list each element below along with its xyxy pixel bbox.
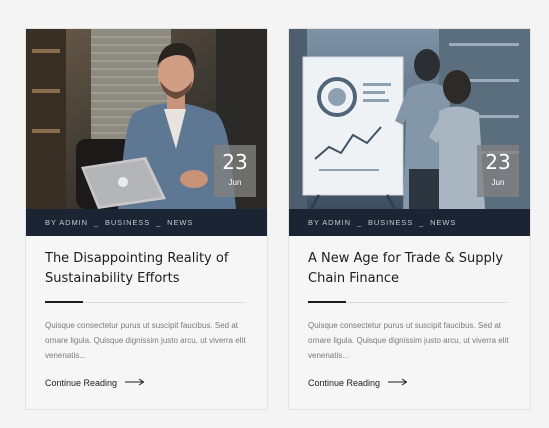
- date-month: Jun: [491, 178, 505, 187]
- post-title[interactable]: The Disappointing Reality of Sustainabil…: [45, 249, 255, 289]
- arrow-right-icon: [388, 378, 408, 388]
- post-meta: BY ADMIN _ BUSINESS _ NEWS: [289, 209, 530, 236]
- meta-separator: _: [93, 218, 99, 227]
- continue-reading-link[interactable]: Continue Reading: [45, 378, 145, 388]
- date-day: 23: [485, 150, 511, 174]
- post-excerpt: Quisque consectetur purus ut suscipit fa…: [308, 321, 509, 360]
- meta-category[interactable]: BUSINESS: [368, 218, 413, 227]
- post-title[interactable]: A New Age for Trade & Supply Chain Finan…: [308, 249, 518, 289]
- meta-prefix: BY: [308, 218, 320, 227]
- blog-card: 23 Jun BY ADMIN _ BUSINESS _ NEWS A New …: [288, 28, 531, 410]
- post-meta: BY ADMIN _ BUSINESS _ NEWS: [26, 209, 267, 236]
- meta-separator: _: [419, 218, 425, 227]
- meta-author[interactable]: ADMIN: [322, 218, 351, 227]
- blog-card: 23 Jun BY ADMIN _ BUSINESS _ NEWS The Di…: [25, 28, 268, 410]
- continue-reading-link[interactable]: Continue Reading: [308, 378, 408, 388]
- post-image[interactable]: 23 Jun: [26, 29, 267, 209]
- meta-tag[interactable]: NEWS: [430, 218, 456, 227]
- meta-author[interactable]: ADMIN: [59, 218, 88, 227]
- meta-separator: _: [156, 218, 162, 227]
- date-month: Jun: [228, 178, 242, 187]
- continue-reading-label: Continue Reading: [308, 378, 381, 388]
- date-badge: 23 Jun: [214, 145, 256, 197]
- post-excerpt: Quisque consectetur purus ut suscipit fa…: [45, 321, 246, 360]
- divider-accent: [308, 301, 346, 303]
- divider-accent: [45, 301, 83, 303]
- arrow-right-icon: [125, 378, 145, 388]
- blog-grid: 23 Jun BY ADMIN _ BUSINESS _ NEWS The Di…: [0, 0, 549, 428]
- meta-prefix: BY: [45, 218, 57, 227]
- continue-reading-label: Continue Reading: [45, 378, 118, 388]
- meta-tag[interactable]: NEWS: [167, 218, 193, 227]
- date-badge: 23 Jun: [477, 145, 519, 197]
- meta-category[interactable]: BUSINESS: [105, 218, 150, 227]
- post-image[interactable]: 23 Jun: [289, 29, 530, 209]
- date-day: 23: [222, 150, 248, 174]
- meta-separator: _: [356, 218, 362, 227]
